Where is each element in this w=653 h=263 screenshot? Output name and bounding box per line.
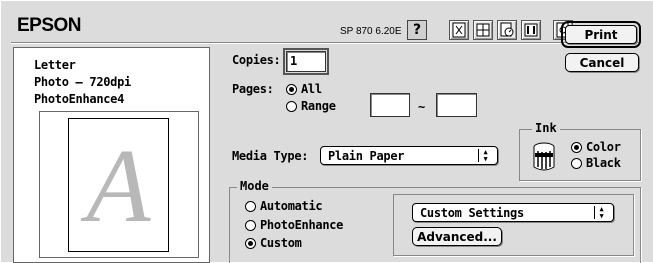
media-type-popup[interactable]: Plain Paper ▲ ▼ [320,146,498,165]
brand-logo: EPSON [17,15,82,36]
watermark-icon[interactable] [449,20,469,40]
mode-group-title: Mode [237,179,272,193]
pages-label: Pages: [232,82,274,96]
mode-automatic-radio[interactable]: Automatic [245,199,323,213]
mode-custom-label: Custom [260,236,302,250]
layout-icon[interactable] [473,20,493,40]
advanced-button[interactable]: Advanced... [412,227,502,246]
range-from-field[interactable] [370,93,410,117]
popup-arrows-icon: ▲ ▼ [594,205,608,219]
page-preview: A [39,111,199,258]
header-divider [11,42,639,44]
summary-resolution: Photo – 720dpi [34,75,131,89]
radio-indicator [286,100,297,112]
media-type-value: Plain Paper [328,148,405,163]
cancel-button[interactable]: Cancel [565,53,639,72]
radio-indicator [245,200,256,212]
pages-range-label: Range [301,99,336,113]
radio-selected-indicator [286,83,297,95]
print-button-frame: Print [561,21,641,48]
ink-black-radio[interactable]: Black [571,156,621,170]
radio-selected-indicator [245,237,256,249]
ink-black-label: Black [586,156,621,170]
copies-field[interactable]: 1 [283,48,329,75]
preview-letter: A [86,126,151,244]
copies-label: Copies: [232,53,281,67]
mode-automatic-label: Automatic [260,199,323,213]
ink-color-label: Color [586,140,621,154]
page-setup-icon[interactable] [497,20,517,40]
mode-photoenhance-radio[interactable]: PhotoEnhance [245,218,343,232]
mode-photoenhance-label: PhotoEnhance [260,218,344,232]
help-icon[interactable]: ? [407,20,427,40]
summary-enhance: PhotoEnhance4 [34,92,125,106]
print-button[interactable]: Print [565,25,637,44]
mode-custom-radio[interactable]: Custom [245,236,302,250]
pages-all-label: All [301,82,322,96]
driver-version: SP 870 6.20E [340,26,402,37]
range-separator: ~ [418,100,425,114]
pages-all-radio[interactable]: All [286,82,322,96]
radio-indicator [245,219,256,231]
range-to-field[interactable] [436,93,477,117]
popup-arrows-icon: ▲ ▼ [478,148,492,162]
summary-paper-size: Letter [34,58,76,72]
media-type-label: Media Type: [232,149,309,163]
custom-settings-popup[interactable]: Custom Settings ▲ ▼ [412,203,614,222]
ink-color-radio[interactable]: Color [571,140,621,154]
radio-selected-indicator [571,141,582,153]
ink-cartridge-icon [531,141,557,173]
background-printing-icon[interactable] [521,20,541,40]
radio-indicator [571,157,582,169]
preview-paper: A [68,118,169,252]
pages-range-radio[interactable]: Range [286,99,336,113]
print-dialog: EPSON SP 870 6.20E ? Print Cancel Letter… [0,0,653,263]
custom-settings-value: Custom Settings [420,205,524,220]
ink-group-title: Ink [532,121,560,135]
